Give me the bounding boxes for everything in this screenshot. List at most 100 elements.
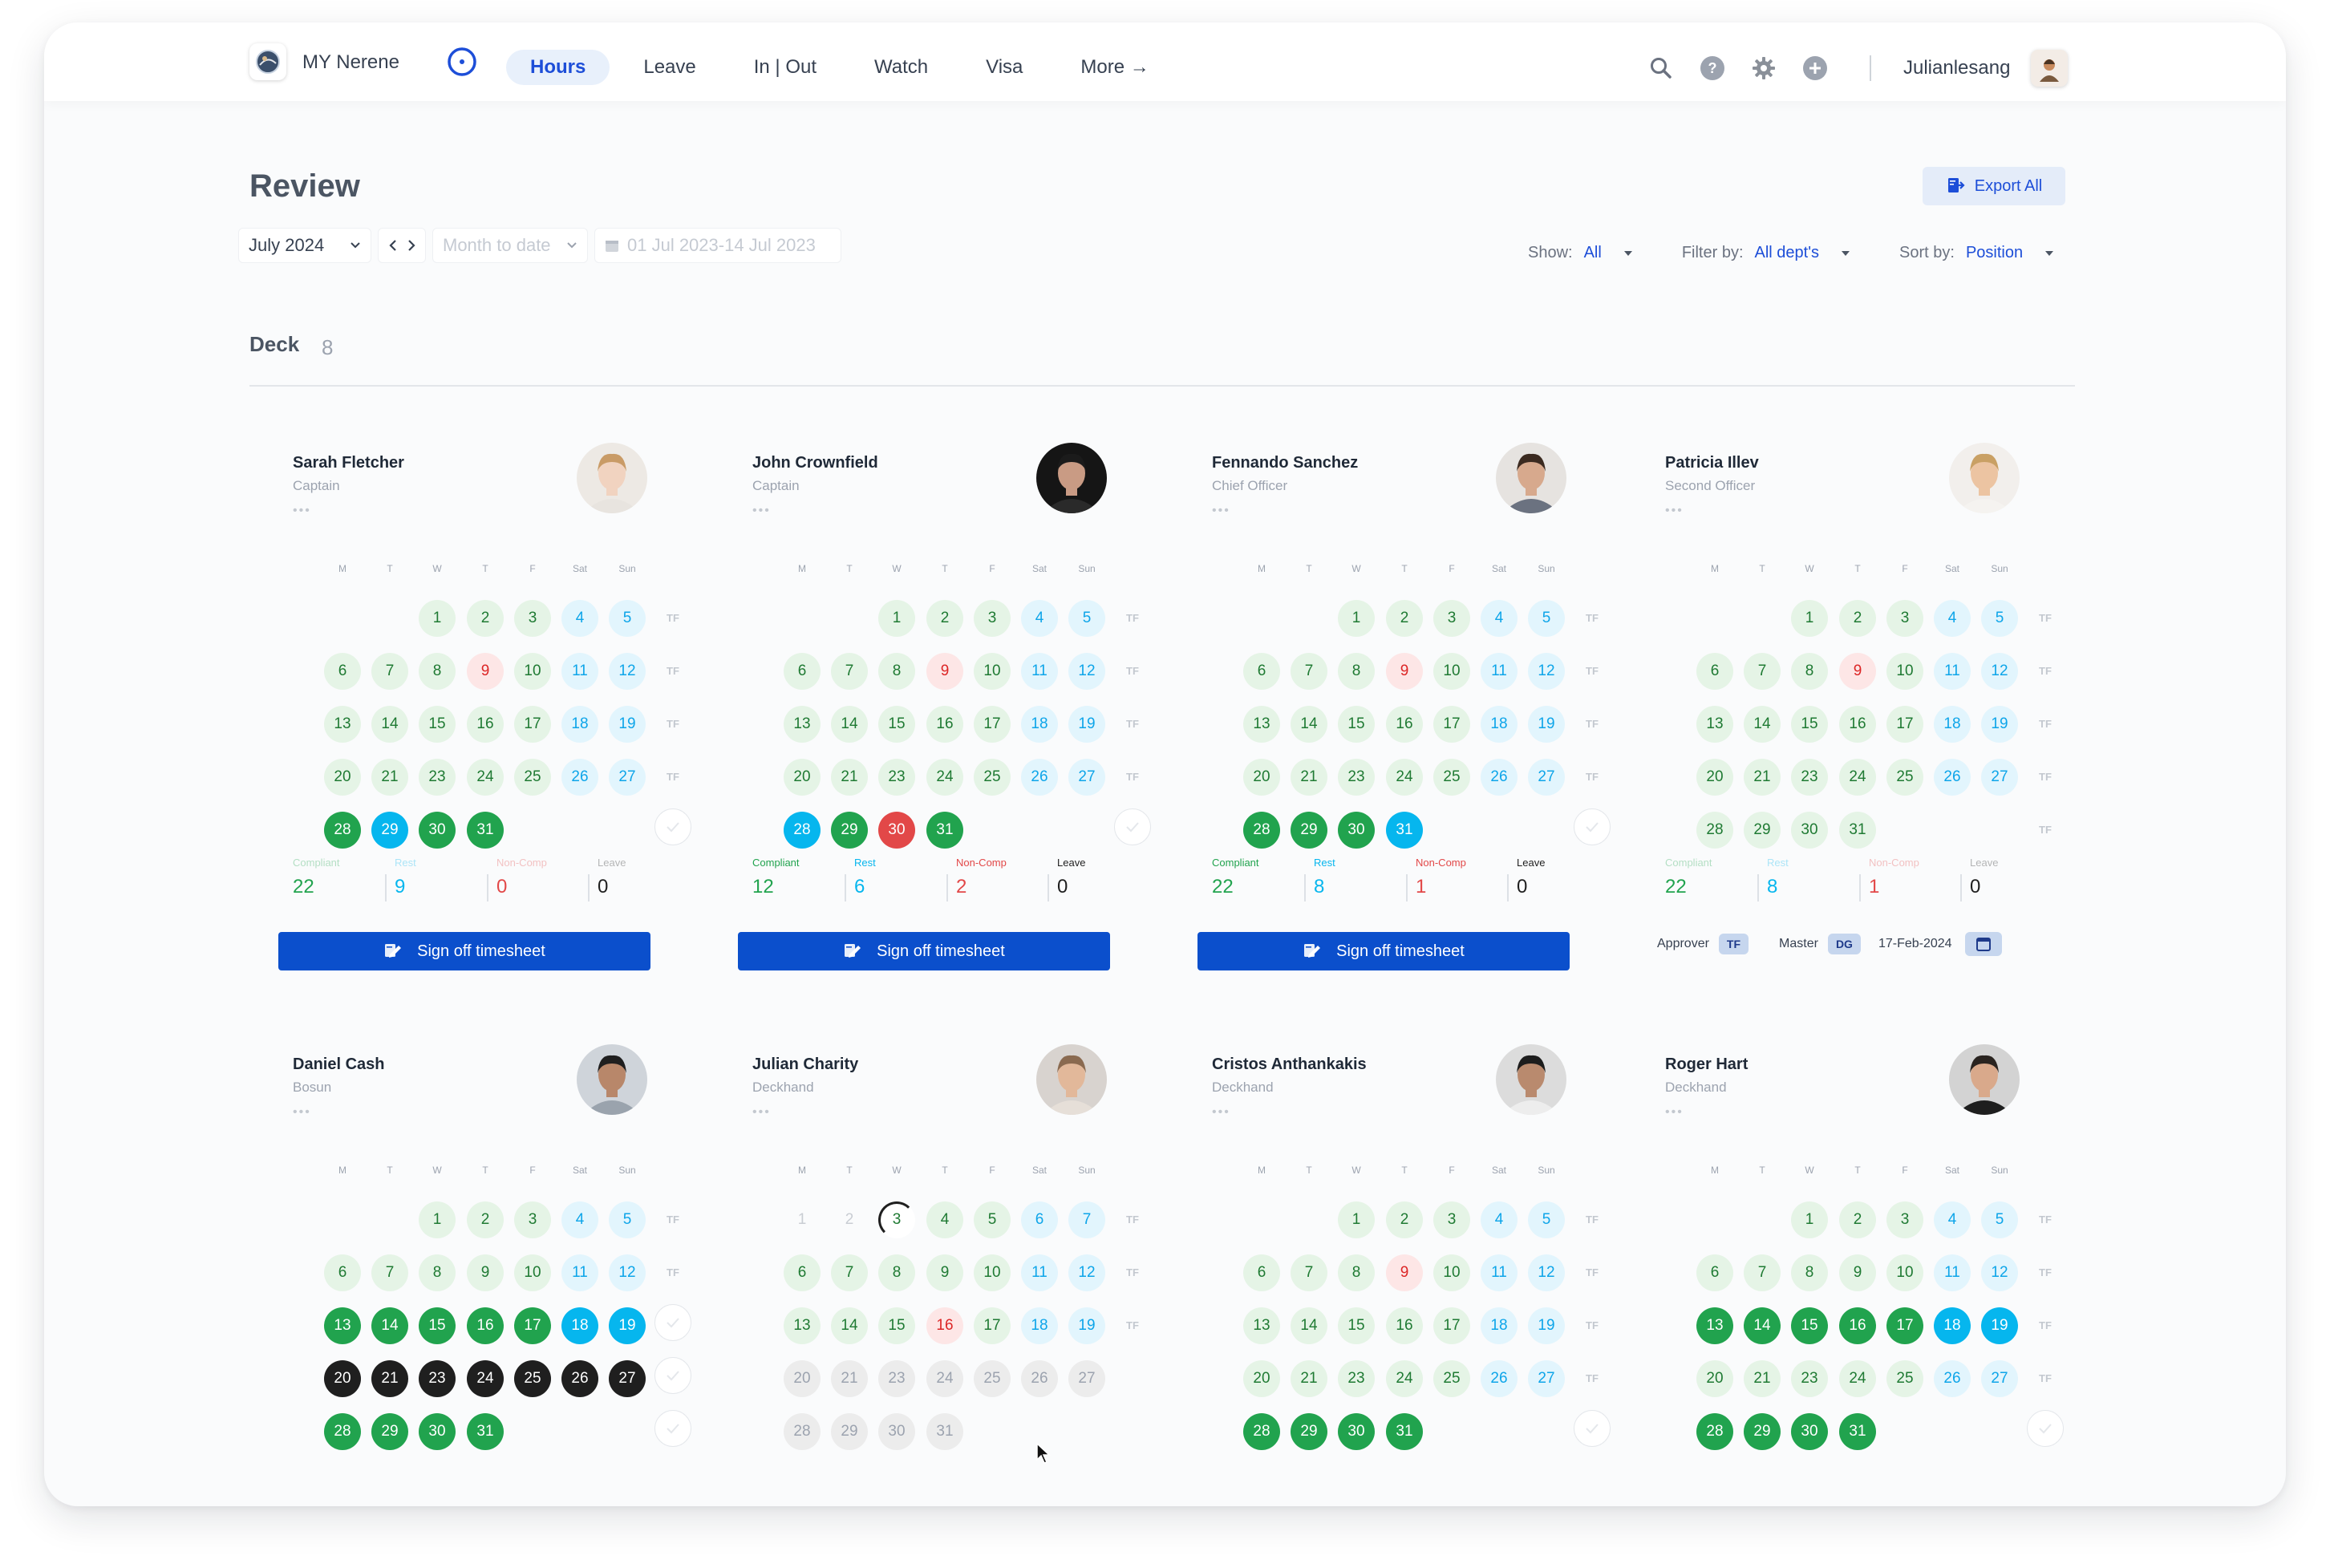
roger-hart-avatar[interactable] [1949,1044,2020,1115]
calendar-day[interactable]: 3 [974,600,1011,637]
calendar-day[interactable]: 31 [926,1413,963,1450]
crew-name[interactable]: John Crownfield [752,454,878,472]
calendar-day[interactable]: 23 [1791,1360,1828,1397]
calendar-day[interactable]: 1 [1791,600,1828,637]
calendar-day[interactable]: 19 [1981,1307,2018,1344]
calendar-day[interactable]: 4 [561,1201,598,1238]
calendar-day[interactable]: 3 [1433,1201,1470,1238]
calendar-day[interactable]: 16 [467,706,504,743]
calendar-day[interactable]: 26 [1481,1360,1518,1397]
calendar-day[interactable]: 9 [926,1254,963,1291]
calendar-day[interactable]: 8 [878,653,915,690]
nav-tab-more[interactable]: More → [1056,50,1173,85]
calendar-day[interactable]: 20 [1696,759,1733,796]
calendar-day[interactable]: 21 [371,1360,408,1397]
calendar-day[interactable]: 24 [467,1360,504,1397]
calendar-day[interactable]: 15 [1338,1307,1375,1344]
calendar-day[interactable]: 27 [1068,1360,1105,1397]
calendar-day[interactable]: 25 [974,759,1011,796]
crew-name[interactable]: Julian Charity [752,1055,858,1074]
calendar-day[interactable]: 21 [1291,759,1327,796]
calendar-day[interactable]: 29 [831,1413,868,1450]
crew-name[interactable]: Patricia Illev [1665,454,1759,472]
calendar-day[interactable]: 12 [1068,1254,1105,1291]
calendar-day[interactable]: 7 [831,653,868,690]
calendar-day[interactable]: 15 [878,1307,915,1344]
calendar-day[interactable]: 17 [514,1307,551,1344]
calendar-day[interactable]: 11 [1021,1254,1058,1291]
calendar-day[interactable]: 23 [419,759,456,796]
calendar-day[interactable]: 26 [1021,1360,1058,1397]
vessel-logo[interactable] [249,43,286,80]
calendar-day[interactable]: 4 [1481,1201,1518,1238]
calendar-day[interactable]: 25 [1886,759,1923,796]
calendar-day[interactable]: 29 [1744,812,1781,849]
more-options-icon[interactable]: ••• [1665,504,1684,518]
calendar-day[interactable]: 30 [419,812,456,849]
calendar-day[interactable]: 29 [1744,1413,1781,1450]
calendar-day[interactable]: 4 [926,1201,963,1238]
calendar-day[interactable]: 9 [1386,1254,1423,1291]
calendar-day[interactable]: 17 [1433,706,1470,743]
week-approve-checkbox[interactable] [1574,808,1611,845]
calendar-day[interactable]: 14 [1744,706,1781,743]
calendar-day[interactable]: 20 [1243,759,1280,796]
calendar-day[interactable]: 21 [1291,1360,1327,1397]
calendar-day[interactable]: 11 [1481,1254,1518,1291]
calendar-day[interactable]: 3 [1433,600,1470,637]
calendar-day[interactable]: 19 [1528,1307,1565,1344]
calendar-day[interactable]: 5 [1528,600,1565,637]
more-options-icon[interactable]: ••• [1212,504,1230,518]
calendar-day[interactable]: 18 [561,1307,598,1344]
calendar-day[interactable]: 5 [1981,600,2018,637]
sarah-fletcher-avatar[interactable] [577,443,647,513]
calendar-day[interactable]: 9 [1839,653,1876,690]
calendar-day[interactable]: 7 [371,1254,408,1291]
calendar-day[interactable]: 1 [1338,1201,1375,1238]
calendar-day[interactable]: 12 [1981,1254,2018,1291]
calendar-day[interactable]: 13 [324,706,361,743]
calendar-day[interactable]: 7 [1068,1201,1105,1238]
calendar-day[interactable]: 1 [784,1201,821,1238]
calendar-day[interactable]: 3 [514,1201,551,1238]
fennando-sanchez-avatar[interactable] [1496,443,1566,513]
brand-name[interactable]: MY Nerene [302,51,399,74]
calendar-day[interactable]: 14 [371,1307,408,1344]
calendar-day[interactable]: 2 [831,1201,868,1238]
calendar-day[interactable]: 4 [1934,1201,1971,1238]
calendar-day[interactable]: 20 [784,1360,821,1397]
calendar-day[interactable]: 5 [974,1201,1011,1238]
calendar-day[interactable]: 9 [1386,653,1423,690]
help-icon[interactable]: ? [1700,55,1725,81]
calendar-day[interactable]: 30 [1338,1413,1375,1450]
calendar-day[interactable]: 16 [1386,706,1423,743]
calendar-day[interactable]: 5 [1068,600,1105,637]
calendar-day[interactable]: 20 [784,759,821,796]
calendar-day[interactable]: 15 [878,706,915,743]
calendar-day[interactable]: 8 [1791,1254,1828,1291]
patricia-illev-avatar[interactable] [1949,443,2020,513]
calendar-day[interactable]: 31 [1839,812,1876,849]
clock-icon[interactable] [447,47,477,77]
calendar-day[interactable]: 28 [784,1413,821,1450]
calendar-day[interactable]: 16 [1386,1307,1423,1344]
calendar-day[interactable]: 6 [1696,653,1733,690]
calendar-day[interactable]: 11 [1934,653,1971,690]
nav-tab-in-out[interactable]: In | Out [730,50,841,85]
week-approve-checkbox[interactable] [654,1357,691,1394]
calendar-day[interactable]: 14 [1291,706,1327,743]
calendar-day[interactable]: 23 [419,1360,456,1397]
calendar-day[interactable]: 9 [1839,1254,1876,1291]
calendar-day[interactable]: 15 [419,706,456,743]
calendar-day[interactable]: 10 [1433,653,1470,690]
calendar-day[interactable]: 10 [1886,1254,1923,1291]
calendar-day[interactable]: 27 [1981,759,2018,796]
calendar-day[interactable]: 4 [1934,600,1971,637]
calendar-day[interactable]: 3 [1886,1201,1923,1238]
calendar-day[interactable]: 18 [1934,706,1971,743]
sign-off-timesheet-button[interactable]: Sign off timesheet [1197,932,1570,970]
calendar-day[interactable]: 10 [974,653,1011,690]
calendar-day[interactable]: 2 [1839,600,1876,637]
calendar-day[interactable]: 24 [1386,1360,1423,1397]
calendar-day[interactable]: 31 [1839,1413,1876,1450]
